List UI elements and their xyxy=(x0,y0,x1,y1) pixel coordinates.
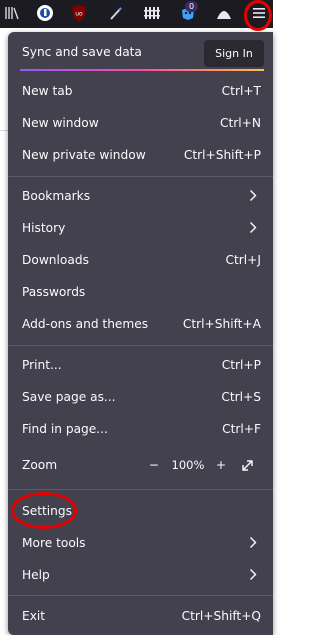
new-window-shortcut: Ctrl+N xyxy=(219,116,261,130)
page-divider xyxy=(0,130,8,131)
print-label: Print... xyxy=(22,358,62,372)
new-private-window-shortcut: Ctrl+Shift+P xyxy=(183,148,261,162)
fence-icon[interactable] xyxy=(141,2,163,24)
menu-item-new-private-window[interactable]: New private window Ctrl+Shift+P xyxy=(8,140,273,170)
menu-item-new-tab[interactable]: New tab Ctrl+T xyxy=(8,76,273,106)
zoom-label: Zoom xyxy=(22,458,58,472)
menu-item-more-tools[interactable]: More tools xyxy=(8,528,273,558)
bookmarks-label: Bookmarks xyxy=(22,189,91,203)
print-shortcut: Ctrl+P xyxy=(221,358,261,372)
hamburger-menu-icon[interactable] xyxy=(248,2,270,24)
sync-header: Sync and save data Sign In xyxy=(8,35,273,68)
chevron-right-icon xyxy=(250,537,257,548)
save-page-label: Save page as... xyxy=(22,390,116,404)
zoom-in-button[interactable]: + xyxy=(213,457,229,473)
menu-item-new-window[interactable]: New window Ctrl+N xyxy=(8,108,273,138)
new-window-label: New window xyxy=(22,116,99,130)
menu-item-downloads[interactable]: Downloads Ctrl+J xyxy=(8,245,273,275)
mask-extension-icon[interactable]: 0 xyxy=(177,1,199,24)
downloads-label: Downloads xyxy=(22,253,89,267)
menu-item-help[interactable]: Help xyxy=(8,560,273,590)
settings-label: Settings xyxy=(22,504,72,518)
menu-item-print[interactable]: Print... Ctrl+P xyxy=(8,350,273,380)
sync-gradient-line xyxy=(20,69,264,71)
menu-separator xyxy=(8,595,273,596)
menu-separator xyxy=(8,345,273,346)
ublock-origin-icon[interactable]: uo xyxy=(68,2,90,24)
arc-icon[interactable] xyxy=(213,2,235,24)
exit-label: Exit xyxy=(22,609,46,623)
passwords-label: Passwords xyxy=(22,285,86,299)
menu-item-bookmarks[interactable]: Bookmarks xyxy=(8,181,273,211)
fullscreen-icon[interactable] xyxy=(239,457,255,473)
addons-label: Add-ons and themes xyxy=(22,317,149,331)
zoom-out-button[interactable]: − xyxy=(146,457,162,473)
more-tools-label: More tools xyxy=(22,536,86,550)
find-shortcut: Ctrl+F xyxy=(222,422,261,436)
find-label: Find in page... xyxy=(22,422,108,436)
account-icon[interactable] xyxy=(34,2,56,24)
menu-separator xyxy=(8,489,273,490)
new-tab-shortcut: Ctrl+T xyxy=(221,84,261,98)
app-menu-panel: Sync and save data Sign In New tab Ctrl+… xyxy=(8,32,273,635)
menu-item-history[interactable]: History xyxy=(8,213,273,243)
new-private-window-label: New private window xyxy=(22,148,146,162)
menu-item-addons-themes[interactable]: Add-ons and themes Ctrl+Shift+A xyxy=(8,309,273,339)
chevron-right-icon xyxy=(250,222,257,233)
library-icon[interactable] xyxy=(1,2,23,24)
menu-item-passwords[interactable]: Passwords xyxy=(8,277,273,307)
pen-icon[interactable] xyxy=(105,2,127,24)
exit-shortcut: Ctrl+Shift+Q xyxy=(181,609,261,623)
sign-in-button[interactable]: Sign In xyxy=(204,40,264,67)
menu-item-save-page[interactable]: Save page as... Ctrl+S xyxy=(8,382,273,412)
menu-item-zoom: Zoom − 100% + xyxy=(8,450,273,480)
chevron-right-icon xyxy=(250,569,257,580)
sync-label: Sync and save data xyxy=(22,44,142,59)
menu-item-settings[interactable]: Settings xyxy=(8,496,273,526)
browser-toolbar: uo 0 xyxy=(0,0,273,28)
help-label: Help xyxy=(22,568,50,582)
addons-shortcut: Ctrl+Shift+A xyxy=(182,317,261,331)
svg-text:uo: uo xyxy=(75,11,83,18)
menu-item-find-in-page[interactable]: Find in page... Ctrl+F xyxy=(8,414,273,444)
zoom-level[interactable]: 100% xyxy=(170,457,206,473)
menu-separator xyxy=(8,176,273,177)
chevron-right-icon xyxy=(250,190,257,201)
page-content-edge xyxy=(0,28,8,635)
extension-badge: 0 xyxy=(185,1,198,12)
history-label: History xyxy=(22,221,66,235)
menu-item-exit[interactable]: Exit Ctrl+Shift+Q xyxy=(8,601,273,631)
save-page-shortcut: Ctrl+S xyxy=(221,390,261,404)
downloads-shortcut: Ctrl+J xyxy=(225,253,262,267)
new-tab-label: New tab xyxy=(22,84,73,98)
